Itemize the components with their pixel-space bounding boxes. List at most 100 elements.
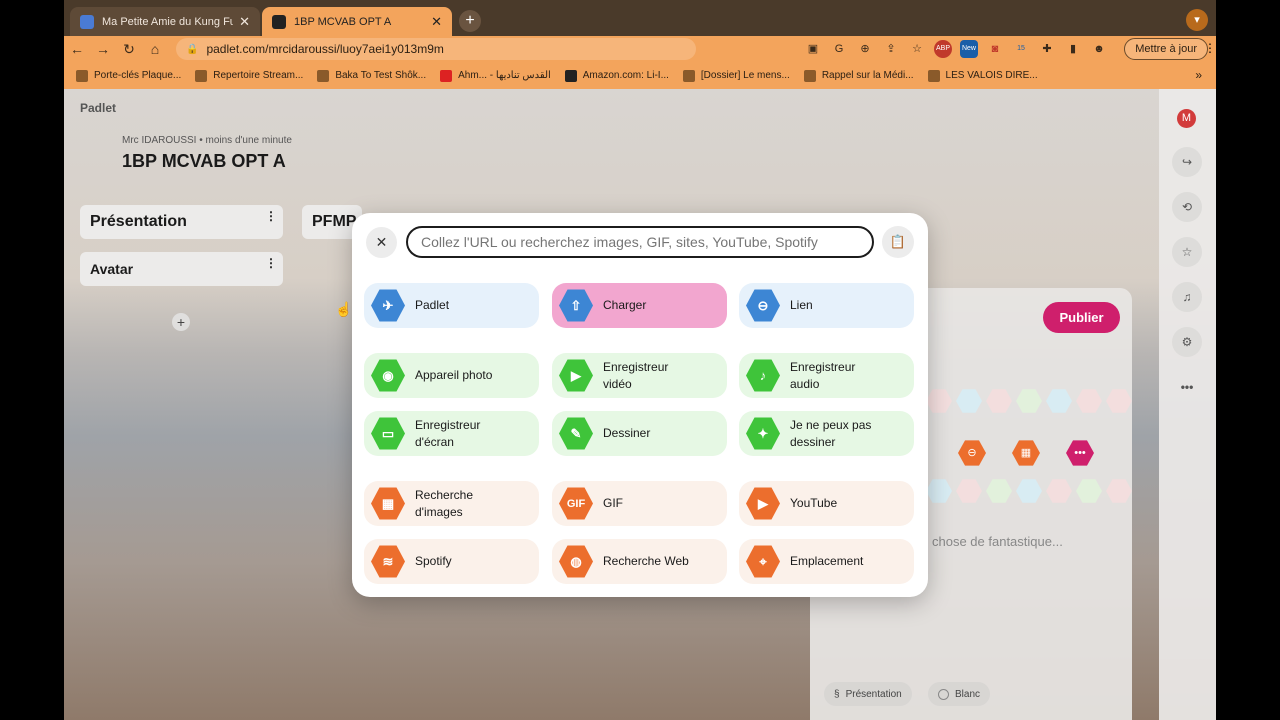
- share-icon[interactable]: ↪: [1172, 147, 1202, 177]
- share-icon[interactable]: ⇪: [882, 40, 900, 58]
- profile-icon[interactable]: ☻: [1090, 40, 1108, 58]
- menu-icon[interactable]: ⋮: [1204, 41, 1216, 55]
- youtube-icon: ▶: [746, 487, 780, 520]
- screen: Ma Petite Amie du Kung Fu - E ✕ 1BP MCVA…: [64, 0, 1216, 720]
- more-icon[interactable]: ⋮: [265, 256, 277, 270]
- bookmarks-more[interactable]: »: [1195, 68, 1202, 82]
- bookmark[interactable]: Amazon.com: Li-I...: [564, 69, 669, 82]
- right-sidebar: M ↪ ⟲ ☆ ♫ ⚙ •••: [1159, 89, 1216, 720]
- bookmark-icon: [76, 69, 88, 82]
- bookmark[interactable]: Repertoire Stream...: [195, 69, 303, 82]
- bookmark[interactable]: Porte-clés Plaque...: [76, 69, 181, 82]
- option-draw[interactable]: ✎ Dessiner: [552, 411, 727, 456]
- page-title: 1BP MCVAB OPT A: [122, 151, 286, 171]
- bookmark[interactable]: Ahm... - القدس تناديها: [440, 69, 551, 82]
- star-icon[interactable]: ☆: [1172, 237, 1202, 267]
- close-icon[interactable]: ✕: [239, 14, 250, 30]
- browser-toolbar: ← → ↻ ⌂ 🔒 padlet.com/mrcidaroussi/luoy7a…: [64, 36, 1216, 62]
- color-chip[interactable]: Blanc: [928, 682, 991, 706]
- new-tab-button[interactable]: +: [459, 10, 481, 32]
- bookmarks-bar: Porte-clés Plaque... Repertoire Stream..…: [64, 62, 1216, 89]
- bookmark-icon: [803, 69, 816, 82]
- section-chip[interactable]: § Présentation: [824, 682, 912, 706]
- adblock-icon[interactable]: ABP: [934, 40, 952, 58]
- option-link[interactable]: ⊖ Lien: [739, 283, 914, 328]
- option-web-search[interactable]: ◍ Recherche Web: [552, 539, 727, 584]
- clipboard-icon[interactable]: 📋: [882, 226, 914, 258]
- option-padlet[interactable]: ✈ Padlet: [364, 283, 539, 328]
- remake-icon[interactable]: ⟲: [1172, 192, 1202, 222]
- extension-badge-icon[interactable]: 15: [1012, 40, 1030, 58]
- attachment-picker-modal: ✕ 📋 ✈ Padlet ⇧ Charger ⊖ Lien ◉ Appareil…: [352, 213, 928, 597]
- option-ai-draw[interactable]: ✦ Je ne peux pas dessiner: [739, 411, 914, 456]
- link-icon[interactable]: ⊖: [958, 440, 986, 466]
- column-avatar[interactable]: Avatar ⋮: [80, 252, 283, 286]
- board-meta: Mrc IDAROUSSI • moins d'une minute: [122, 135, 292, 146]
- bookmark-icon: [927, 69, 940, 82]
- forward-icon[interactable]: →: [90, 41, 116, 57]
- publish-button[interactable]: Publier: [1043, 302, 1120, 333]
- option-camera[interactable]: ◉ Appareil photo: [364, 353, 539, 398]
- option-youtube[interactable]: ▶ YouTube: [739, 481, 914, 526]
- section-icon: §: [834, 688, 840, 700]
- option-image-search[interactable]: ▦ Recherche d'images: [364, 481, 539, 526]
- chevron-down-icon[interactable]: ▾: [1186, 9, 1208, 31]
- bookmark-icon: [682, 69, 695, 82]
- bell-icon[interactable]: ♫: [1172, 282, 1202, 312]
- close-icon[interactable]: ✕: [431, 14, 442, 30]
- address-bar[interactable]: 🔒 padlet.com/mrcidaroussi/luoy7aei1y013m…: [176, 38, 696, 60]
- link-icon: ⊖: [746, 289, 780, 322]
- tab-title: 1BP MCVAB OPT A: [294, 15, 392, 28]
- home-icon[interactable]: ⌂: [142, 41, 168, 57]
- option-spotify[interactable]: ≋ Spotify: [364, 539, 539, 584]
- avatar[interactable]: M: [1177, 109, 1196, 128]
- reload-icon[interactable]: ↻: [116, 41, 142, 58]
- bookmark-icon: [317, 69, 330, 82]
- option-location[interactable]: ⌖ Emplacement: [739, 539, 914, 584]
- more-icon[interactable]: •••: [1066, 440, 1094, 466]
- column-presentation[interactable]: Présentation ⋮: [80, 205, 283, 239]
- composer-placeholder[interactable]: chose de fantastique...: [932, 534, 1063, 549]
- circle-icon: [938, 688, 949, 700]
- upload-icon: ⇧: [559, 289, 593, 322]
- hex-pattern: [926, 388, 1132, 414]
- rss-icon[interactable]: ◙: [986, 40, 1004, 58]
- video-icon: ▶: [559, 359, 593, 392]
- update-button[interactable]: Mettre à jour: [1124, 38, 1208, 60]
- bookmark[interactable]: Rappel sur la Médi...: [803, 69, 914, 82]
- add-post-button[interactable]: +: [172, 313, 190, 331]
- search-input[interactable]: [406, 226, 874, 258]
- youtube-icon: [440, 69, 453, 82]
- star-icon[interactable]: ☆: [908, 40, 926, 58]
- option-video-recorder[interactable]: ▶ Enregistreur vidéo: [552, 353, 727, 398]
- tab-padlet[interactable]: 1BP MCVAB OPT A ✕: [262, 7, 452, 36]
- option-upload[interactable]: ⇧ Charger: [552, 283, 727, 328]
- translate-icon[interactable]: ⊕: [856, 40, 874, 58]
- tab-kung-fu[interactable]: Ma Petite Amie du Kung Fu - E ✕: [70, 7, 260, 36]
- location-icon: ⌖: [746, 545, 780, 578]
- puzzle-icon[interactable]: ✚: [1038, 40, 1056, 58]
- tab-title: Ma Petite Amie du Kung Fu - E: [102, 15, 234, 28]
- more-icon[interactable]: •••: [1172, 372, 1202, 402]
- option-screen-recorder[interactable]: ▭ Enregistreur d'écran: [364, 411, 539, 456]
- option-gif[interactable]: GIF GIF: [552, 481, 727, 526]
- back-icon[interactable]: ←: [64, 41, 90, 57]
- more-icon[interactable]: ⋮: [265, 209, 277, 223]
- gear-icon[interactable]: ⚙: [1172, 327, 1202, 357]
- image-icon[interactable]: ▦: [1012, 440, 1040, 466]
- close-icon[interactable]: ✕: [366, 227, 397, 258]
- sparkle-icon: ✦: [746, 417, 780, 450]
- padlet-logo[interactable]: Padlet: [80, 101, 116, 115]
- google-icon[interactable]: G: [830, 40, 848, 58]
- option-audio-recorder[interactable]: ♪ Enregistreur audio: [739, 353, 914, 398]
- bookmark[interactable]: Baka To Test Shôk...: [317, 69, 426, 82]
- bookmark[interactable]: [Dossier] Le mens...: [682, 69, 790, 82]
- tab-favicon: [80, 14, 94, 29]
- image-search-icon: ▦: [371, 487, 405, 520]
- sidebar-icon[interactable]: ▮: [1064, 40, 1082, 58]
- spotify-icon: ≋: [371, 545, 405, 578]
- bookmark-icon: [195, 69, 208, 82]
- screenshot-icon[interactable]: ▣: [804, 40, 822, 58]
- extension-new-icon[interactable]: New: [960, 40, 978, 58]
- bookmark[interactable]: LES VALOIS DIRE...: [927, 69, 1038, 82]
